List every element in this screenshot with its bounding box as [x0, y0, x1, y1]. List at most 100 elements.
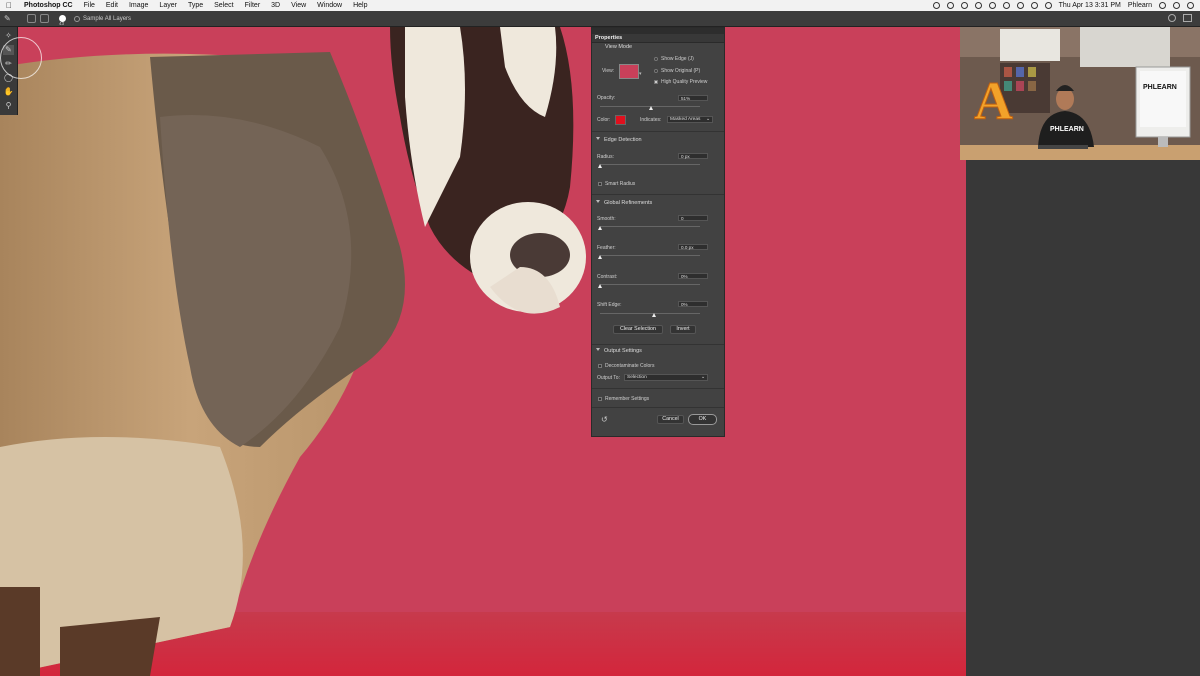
clear-selection-button[interactable]: Clear Selection	[613, 325, 663, 334]
brush-cursor	[0, 37, 42, 79]
status-icon-4[interactable]	[974, 2, 982, 9]
webcam-shirt-text: PHLEARN	[1050, 126, 1084, 133]
add-mode-icon[interactable]	[27, 14, 36, 23]
high-quality-checkbox[interactable]	[654, 80, 658, 84]
status-icon-6[interactable]	[1002, 2, 1010, 9]
radius-slider[interactable]	[600, 164, 700, 165]
battery-icon[interactable]	[1044, 2, 1052, 9]
show-edge-label: Show Edge (J)	[661, 56, 694, 62]
radius-field[interactable]: 0 px	[678, 153, 708, 159]
shift-edge-slider[interactable]	[600, 313, 700, 314]
smart-radius-label: Smart Radius	[605, 181, 636, 187]
subtract-mode-icon[interactable]	[40, 14, 49, 23]
siri-icon[interactable]	[1173, 2, 1180, 9]
status-icon-5[interactable]	[988, 2, 996, 9]
invert-button[interactable]: Invert	[670, 325, 696, 334]
smooth-field[interactable]: 0	[678, 215, 708, 221]
properties-tab[interactable]: Properties	[595, 34, 622, 42]
color-swatch[interactable]	[615, 115, 626, 125]
volume-icon[interactable]	[1030, 2, 1038, 9]
shift-edge-field[interactable]: 0%	[678, 301, 708, 307]
status-icon-1[interactable]	[932, 2, 940, 9]
notification-icon[interactable]	[1187, 2, 1194, 9]
menu-3d[interactable]: 3D	[271, 2, 280, 9]
status-area: Thu Apr 13 3:31 PM Phlearn	[932, 0, 1194, 11]
decontaminate-checkbox[interactable]	[598, 364, 602, 368]
menu-view[interactable]: View	[291, 2, 306, 9]
contrast-field[interactable]: 0%	[678, 273, 708, 279]
options-bar: ✎ 43 Sample All Layers	[0, 11, 1200, 27]
webcam-monitor-text: PHLEARN	[1143, 84, 1177, 91]
zoom-tool-icon[interactable]: ⚲	[3, 101, 14, 111]
feather-slider-thumb[interactable]	[598, 255, 602, 259]
apple-icon[interactable]: 	[6, 1, 16, 10]
shift-edge-slider-thumb[interactable]	[652, 313, 656, 317]
reset-icon[interactable]: ↺	[601, 415, 608, 424]
status-icon-3[interactable]	[960, 2, 968, 9]
divider	[592, 388, 724, 389]
global-refinements-heading[interactable]: Global Refinements	[596, 200, 652, 206]
edge-detection-title: Edge Detection	[604, 137, 642, 143]
menu-window[interactable]: Window	[317, 2, 342, 9]
show-original-checkbox[interactable]	[654, 69, 658, 73]
menu-edit[interactable]: Edit	[106, 2, 118, 9]
status-icon-2[interactable]	[946, 2, 954, 9]
output-to-select[interactable]: Selection ⌄	[624, 374, 708, 381]
view-mode-heading: View Mode	[605, 44, 633, 50]
chevron-down-icon: ⌄	[705, 117, 710, 122]
menu-select[interactable]: Select	[214, 2, 233, 9]
divider	[592, 131, 724, 132]
workspace-icon[interactable]	[1183, 14, 1192, 22]
tool-preset-icon[interactable]: ✎	[4, 14, 13, 23]
document-canvas[interactable]	[0, 27, 966, 676]
feather-slider[interactable]	[600, 255, 700, 256]
radius-slider-thumb[interactable]	[598, 164, 602, 168]
contrast-slider[interactable]	[600, 284, 700, 285]
contrast-slider-thumb[interactable]	[598, 284, 602, 288]
remember-settings-checkbox[interactable]	[598, 397, 602, 401]
high-quality-label: High Quality Preview	[661, 79, 708, 85]
sample-all-layers-label: Sample All Layers	[83, 15, 132, 22]
smooth-slider-thumb[interactable]	[598, 226, 602, 230]
smooth-label: Smooth:	[597, 216, 616, 222]
edge-detection-heading[interactable]: Edge Detection	[596, 137, 642, 143]
feather-field[interactable]: 0.0 px	[678, 244, 708, 250]
smart-radius-checkbox[interactable]	[598, 182, 602, 186]
ok-button[interactable]: OK	[688, 414, 717, 425]
remember-settings-label: Remember Settings	[605, 396, 650, 402]
indicates-value: Masked Areas	[670, 117, 701, 122]
feather-label: Feather:	[597, 245, 616, 251]
view-thumbnail[interactable]	[619, 64, 639, 79]
divider	[592, 344, 724, 345]
divider	[592, 407, 724, 408]
menu-type[interactable]: Type	[188, 2, 203, 9]
menu-file[interactable]: File	[84, 2, 95, 9]
search-icon[interactable]	[1168, 14, 1176, 22]
opacity-label: Opacity:	[597, 95, 616, 101]
menu-app[interactable]: Photoshop CC	[24, 2, 73, 9]
radius-label: Radius:	[597, 154, 614, 160]
user-name[interactable]: Phlearn	[1128, 2, 1152, 9]
webcam-overlay: A PHLEARN PHLEARN	[960, 27, 1200, 160]
sample-all-layers-checkbox[interactable]	[74, 15, 81, 22]
menu-help[interactable]: Help	[353, 2, 367, 9]
menu-layer[interactable]: Layer	[159, 2, 177, 9]
clock[interactable]: Thu Apr 13 3:31 PM	[1059, 2, 1121, 9]
decontaminate-label: Decontaminate Colors	[605, 363, 655, 369]
brush-size[interactable]: 43	[59, 21, 64, 26]
output-settings-heading[interactable]: Output Settings	[596, 348, 642, 354]
cancel-button[interactable]: Cancel	[657, 415, 684, 424]
shift-edge-label: Shift Edge:	[597, 302, 622, 308]
hand-tool-icon[interactable]: ✋	[3, 87, 14, 97]
opacity-field[interactable]: 51%	[678, 95, 708, 101]
webcam-sign-letter: A	[974, 71, 1013, 131]
indicates-select[interactable]: Masked Areas ⌄	[667, 116, 713, 123]
smooth-slider[interactable]	[600, 226, 700, 227]
spotlight-icon[interactable]	[1159, 2, 1166, 9]
menu-filter[interactable]: Filter	[245, 2, 261, 9]
show-edge-checkbox[interactable]	[654, 57, 658, 61]
view-dropdown-icon[interactable]: ▾	[639, 71, 642, 77]
wifi-icon[interactable]	[1016, 2, 1024, 9]
menu-image[interactable]: Image	[129, 2, 148, 9]
opacity-slider-thumb[interactable]	[648, 106, 653, 110]
